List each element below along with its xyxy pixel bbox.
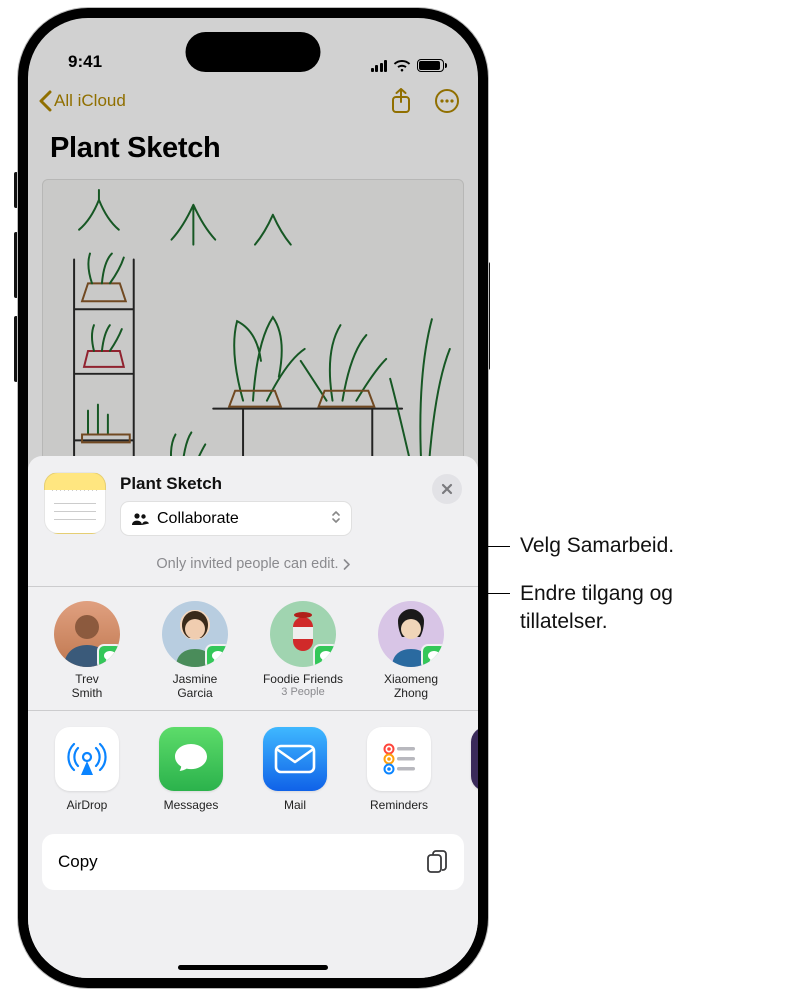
- share-app-more[interactable]: [466, 727, 478, 812]
- share-contact[interactable]: TrevSmith: [46, 601, 128, 701]
- close-button[interactable]: [432, 474, 462, 504]
- permissions-row[interactable]: Only invited people can edit.: [28, 548, 478, 586]
- contact-sub: 3 People: [281, 686, 324, 698]
- share-contact[interactable]: Foodie Friends 3 People: [262, 601, 344, 701]
- share-app-mail[interactable]: Mail: [258, 727, 332, 812]
- contact-name-line1: Jasmine: [173, 672, 218, 686]
- callout-permissions: Endre tilgang og tillatelser.: [520, 580, 760, 637]
- messages-badge-icon: [421, 644, 444, 667]
- share-app-reminders[interactable]: Reminders: [362, 727, 436, 812]
- avatar: [162, 601, 228, 667]
- avatar: [270, 601, 336, 667]
- reminders-icon: [379, 739, 419, 779]
- contact-name-line2: Smith: [72, 686, 103, 700]
- share-contact[interactable]: XiaomengZhong: [370, 601, 452, 701]
- contact-name-line1: Trev: [75, 672, 99, 686]
- dynamic-island: [186, 32, 321, 72]
- collaborate-selector[interactable]: Collaborate: [120, 501, 352, 536]
- callout-collaborate: Velg Samarbeid.: [520, 532, 674, 560]
- app-label: Reminders: [370, 798, 428, 812]
- share-apps-row: AirDrop Messages Mail: [28, 711, 478, 824]
- people-icon: [131, 512, 149, 526]
- messages-badge-icon: [313, 644, 336, 667]
- share-contacts-row: TrevSmith JasmineGarcia Foodie Friends: [28, 587, 478, 711]
- copy-icon: [426, 849, 448, 875]
- messages-icon: [171, 740, 211, 778]
- messages-badge-icon: [205, 644, 228, 667]
- contact-name-line1: Xiaomeng: [384, 672, 438, 686]
- app-label: Messages: [164, 798, 219, 812]
- updown-chevron-icon: [331, 509, 341, 528]
- home-indicator: [178, 965, 328, 970]
- app-label: Mail: [284, 798, 306, 812]
- airdrop-icon: [65, 737, 109, 781]
- permissions-text: Only invited people can edit.: [156, 556, 338, 572]
- avatar: [378, 601, 444, 667]
- share-sheet: Plant Sketch Collaborate Only invited pe…: [28, 456, 478, 978]
- phone-screen: 9:41 All iCloud: [28, 18, 478, 978]
- share-app-messages[interactable]: Messages: [154, 727, 228, 812]
- contact-name-line2: Garcia: [177, 686, 212, 700]
- close-icon: [441, 483, 453, 495]
- contact-name-line2: Zhong: [394, 686, 428, 700]
- notes-app-icon: [44, 472, 106, 534]
- mail-icon: [274, 744, 316, 774]
- phone-frame: 9:41 All iCloud: [18, 8, 488, 988]
- collaborate-label: Collaborate: [157, 510, 239, 528]
- contact-name-line1: Foodie Friends: [263, 672, 343, 686]
- messages-badge-icon: [97, 644, 120, 667]
- share-contact[interactable]: JasmineGarcia: [154, 601, 236, 701]
- share-sheet-title: Plant Sketch: [120, 474, 418, 494]
- avatar: [54, 601, 120, 667]
- app-label: AirDrop: [67, 798, 108, 812]
- chevron-right-icon: [343, 559, 350, 570]
- share-app-airdrop[interactable]: AirDrop: [50, 727, 124, 812]
- copy-action[interactable]: Copy: [42, 834, 464, 890]
- copy-label: Copy: [58, 852, 98, 872]
